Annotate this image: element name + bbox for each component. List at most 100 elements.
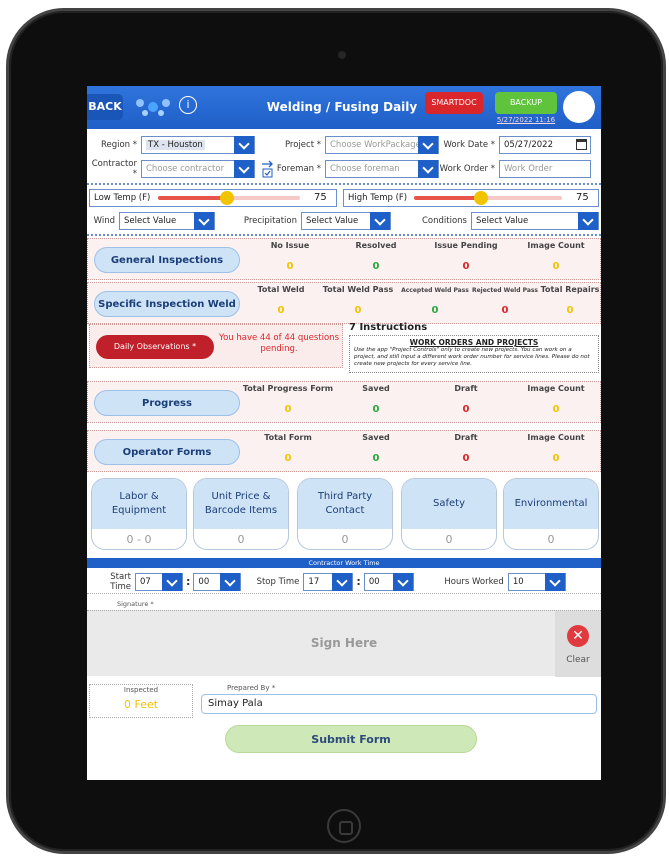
resolved-header: Resolved — [355, 241, 397, 250]
hours-worked-select[interactable]: 10 — [507, 572, 566, 591]
avatar[interactable] — [563, 91, 595, 123]
calendar-icon[interactable] — [576, 139, 587, 150]
instructions-notice: WORK ORDERS AND PROJECTS Use the app "Pr… — [349, 335, 599, 373]
chevron-down-icon — [220, 572, 241, 591]
saved-header: Saved — [362, 433, 390, 442]
stop-minute-select[interactable]: 00 — [363, 572, 414, 591]
daily-observations-panel: Daily Observations * You have 44 of 44 q… — [89, 324, 343, 368]
card-value: 0 - 0 — [126, 533, 152, 546]
card-title: Third Party Contact — [298, 479, 392, 529]
total-weld-header: Total Weld — [257, 285, 305, 294]
chevron-down-icon — [544, 572, 565, 591]
low-temp-field[interactable]: Low Temp (F) 75 — [89, 189, 337, 207]
precipitation-select[interactable]: Select Value — [301, 212, 391, 230]
wind-select[interactable]: Select Value — [119, 212, 215, 230]
total-form-header: Total Form — [264, 433, 312, 442]
progress-button[interactable]: Progress — [94, 390, 240, 416]
project-select[interactable]: Choose WorkPackage — [325, 136, 439, 154]
card-value: 0 — [547, 533, 555, 546]
stop-time-label: Stop Time — [256, 576, 300, 587]
image-count-header: Image Count — [527, 384, 585, 393]
prepared-by-input[interactable]: Simay Pala — [201, 694, 597, 714]
rejected-weld-pass-count: 0 — [501, 305, 509, 316]
conditions-select[interactable]: Select Value — [471, 212, 599, 230]
submit-form-button[interactable]: Submit Form — [225, 725, 477, 753]
specific-inspection-weld-button[interactable]: Specific Inspection Weld — [94, 291, 240, 317]
no-issue-header: No Issue — [270, 241, 310, 250]
work-date-field[interactable]: 05/27/2022 — [499, 136, 591, 154]
image-count-header: Image Count — [527, 433, 585, 442]
temperature-row: Low Temp (F) 75 High Temp (F) 75 — [87, 187, 599, 209]
low-temp-value: 75 — [314, 192, 327, 203]
foreman-select[interactable]: Choose foreman — [325, 160, 439, 178]
contractor-placeholder: Choose contractor — [146, 164, 225, 174]
environmental-card[interactable]: Environmental 0 — [503, 478, 599, 550]
divider — [87, 183, 601, 185]
app-logo-icon — [136, 99, 170, 116]
total-weld-pass-count: 0 — [354, 305, 362, 316]
precipitation-value: Select Value — [306, 216, 359, 226]
resolved-count: 0 — [372, 261, 380, 272]
high-temp-value: 75 — [576, 192, 589, 203]
contractor-label: Contractor * — [91, 159, 137, 179]
draft-count: 0 — [462, 453, 470, 464]
low-temp-slider[interactable] — [158, 191, 300, 205]
start-minute-select[interactable]: 00 — [193, 572, 242, 591]
general-inspections-section: General Inspections No Issue Resolved Is… — [87, 238, 601, 280]
third-party-contact-card[interactable]: Third Party Contact 0 — [297, 478, 393, 550]
contractor-row: Contractor * Choose contractor Foreman *… — [87, 158, 591, 180]
smartdoc-button[interactable]: SMARTDOC — [425, 92, 483, 114]
region-label: Region * — [100, 140, 137, 150]
high-temp-slider[interactable] — [414, 191, 562, 205]
wind-label: Wind — [93, 216, 115, 226]
info-icon[interactable]: i — [179, 96, 197, 114]
total-repairs-header: Total Repairs — [540, 285, 600, 294]
work-time-row: Start Time 07 : 00 Stop Time 17 : 00 Hou… — [87, 570, 601, 594]
weather-row: Wind Select Value Precipitation Select V… — [87, 210, 599, 232]
low-temp-thumb[interactable] — [220, 191, 234, 205]
work-order-input[interactable]: Work Order — [499, 160, 591, 178]
chevron-down-icon — [418, 136, 438, 154]
total-form-count: 0 — [284, 453, 292, 464]
card-title: Environmental — [504, 479, 598, 529]
safety-card[interactable]: Safety 0 — [401, 478, 497, 550]
specific-inspection-section: Specific Inspection Weld Total Weld Tota… — [87, 282, 601, 324]
labor-equipment-card[interactable]: Labor & Equipment 0 - 0 — [91, 478, 187, 550]
foreman-placeholder: Choose foreman — [330, 164, 400, 174]
backup-button[interactable]: BACKUP — [495, 92, 557, 114]
daily-observations-button[interactable]: Daily Observations * — [96, 335, 214, 359]
total-weld-count: 0 — [277, 305, 285, 316]
prepared-by-label: Prepared By * — [227, 684, 276, 692]
high-temp-thumb[interactable] — [474, 191, 488, 205]
draft-count: 0 — [462, 404, 470, 415]
contractor-select[interactable]: Choose contractor — [141, 160, 255, 178]
clear-signature-button[interactable]: ✕ Clear — [555, 611, 601, 677]
low-temp-label: Low Temp (F) — [94, 193, 151, 203]
home-button[interactable] — [327, 809, 361, 843]
stop-hour-select[interactable]: 17 — [303, 572, 354, 591]
high-temp-field[interactable]: High Temp (F) 75 — [343, 189, 599, 207]
start-hour-select[interactable]: 07 — [135, 572, 183, 591]
general-inspections-button[interactable]: General Inspections — [94, 247, 240, 273]
app-header: BACK i Welding / Fusing Daily SMARTDOC B… — [87, 86, 601, 129]
card-value: 0 — [237, 533, 245, 546]
unit-price-barcode-card[interactable]: Unit Price & Barcode Items 0 — [193, 478, 289, 550]
total-progress-form-count: 0 — [284, 404, 292, 415]
region-select[interactable]: TX - Houston — [141, 136, 255, 154]
chevron-down-icon — [578, 212, 598, 230]
chevron-down-icon — [370, 212, 390, 230]
signature-label: Signature * — [117, 600, 154, 608]
image-count-header: Image Count — [527, 241, 585, 250]
back-button[interactable]: BACK — [87, 94, 123, 120]
precipitation-label: Precipitation — [243, 216, 297, 226]
operator-forms-button[interactable]: Operator Forms — [94, 439, 240, 465]
page-title: Welding / Fusing Daily — [266, 100, 418, 114]
signature-pad[interactable]: Sign Here ✕ Clear — [87, 610, 601, 677]
total-weld-pass-header: Total Weld Pass — [322, 285, 394, 294]
draft-header: Draft — [454, 433, 478, 442]
inspected-box: Inspected 0 Feet — [89, 684, 193, 718]
divider — [87, 234, 601, 236]
foreman-checklist-icon[interactable] — [261, 160, 275, 178]
backup-timestamp[interactable]: 5/27/2022 11:16 — [495, 116, 557, 124]
clear-label: Clear — [566, 655, 590, 665]
